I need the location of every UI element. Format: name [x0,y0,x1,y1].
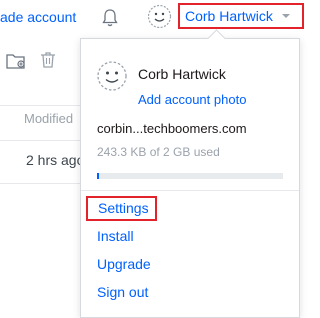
divider [0,183,80,184]
column-header-modified[interactable]: Modified [24,111,73,126]
trash-icon[interactable] [40,51,56,69]
menu-item-settings[interactable]: Settings [86,196,157,221]
new-shared-folder-icon[interactable] [6,52,28,70]
divider [81,190,299,191]
menu-account-name: Corb Hartwick [138,66,226,82]
account-menu-button[interactable]: Corb Hartwick [178,3,304,29]
account-email: corbin...techboomers.com [97,121,247,136]
storage-usage-text: 243.3 KB of 2 GB used [97,145,220,159]
menu-item-sign-out[interactable]: Sign out [97,284,148,300]
bell-icon[interactable] [98,6,122,30]
account-name: Corb Hartwick [185,8,273,24]
menu-item-upgrade[interactable]: Upgrade [97,256,151,272]
avatar[interactable] [147,4,172,29]
divider [0,105,80,106]
storage-usage-bar [97,173,283,179]
chevron-down-icon [281,14,290,18]
divider [0,140,80,141]
menu-item-install[interactable]: Install [97,228,134,244]
modified-cell: 2 hrs ago [26,152,85,168]
avatar[interactable] [96,60,128,92]
storage-usage-fill [97,173,99,179]
add-account-photo-link[interactable]: Add account photo [138,92,246,107]
upgrade-account-link[interactable]: ade account [0,9,76,25]
